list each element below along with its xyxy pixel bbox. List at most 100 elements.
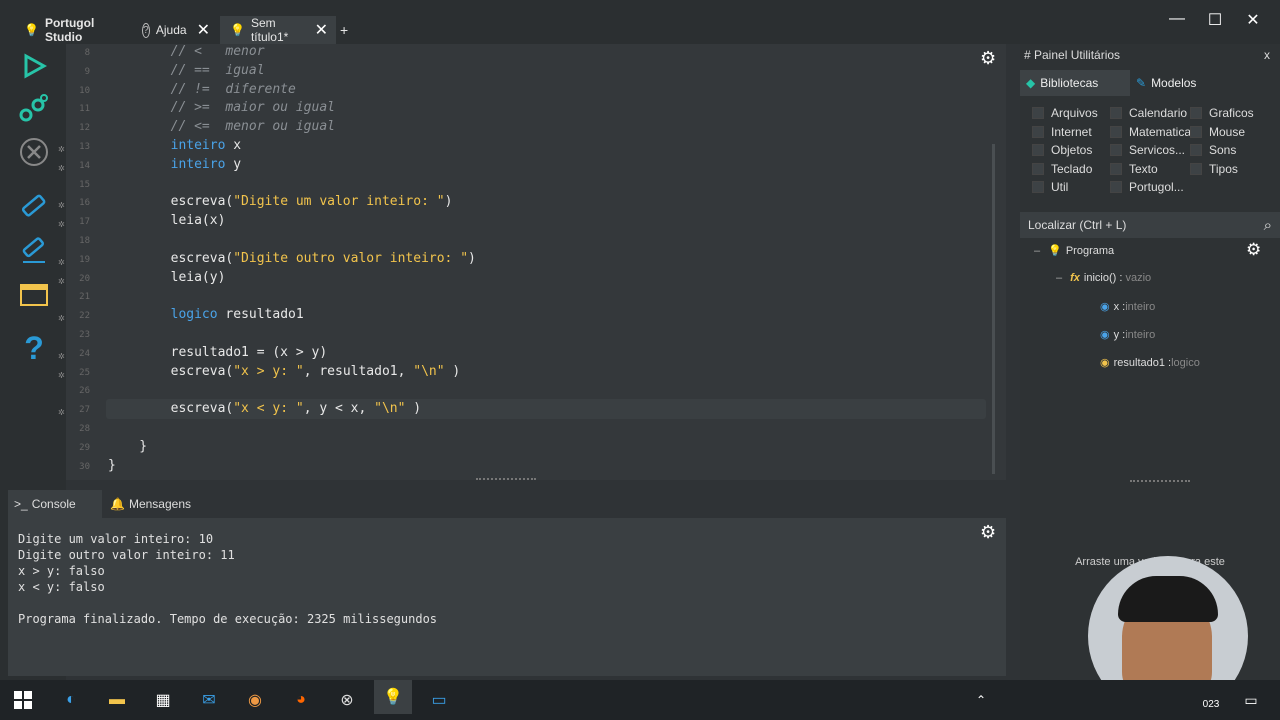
panel-close-button[interactable]: x bbox=[1264, 48, 1270, 62]
code-line[interactable]: inteiro x bbox=[108, 138, 241, 153]
library-checkbox[interactable]: Tipos bbox=[1190, 162, 1238, 176]
checkbox-box[interactable] bbox=[1110, 125, 1122, 138]
file-explorer-icon[interactable]: ▬ bbox=[102, 686, 132, 714]
tray-up-arrow-icon[interactable]: ⌃ bbox=[966, 686, 996, 714]
tab-console[interactable]: >_ Console bbox=[8, 490, 102, 518]
console-output[interactable]: Digite um valor inteiro: 10 Digite outro … bbox=[8, 518, 1006, 676]
library-checkbox[interactable]: Calendario bbox=[1110, 106, 1187, 120]
edit-button[interactable] bbox=[14, 232, 54, 268]
splitter-handle[interactable] bbox=[1130, 480, 1190, 482]
edge-browser-icon[interactable]: ◐ bbox=[56, 686, 86, 714]
tab-portugol-studio[interactable]: 💡 Portugol Studio bbox=[14, 16, 126, 44]
code-line[interactable]: inteiro y bbox=[108, 157, 241, 172]
code-line[interactable]: // != diferente bbox=[108, 82, 296, 97]
breakpoint-bug-icon[interactable]: ✲ bbox=[58, 161, 65, 174]
firefox-icon[interactable]: ◕ bbox=[286, 686, 316, 714]
close-tab-icon[interactable]: ✕ bbox=[197, 20, 210, 40]
notifications-icon[interactable]: ▭ bbox=[1236, 686, 1266, 714]
library-checkbox[interactable]: Mouse bbox=[1190, 125, 1245, 139]
code-line[interactable]: leia(y) bbox=[108, 270, 226, 285]
editor-settings-gear-icon[interactable]: ⚙ bbox=[980, 48, 996, 69]
search-icon[interactable]: ⌕ bbox=[1264, 217, 1272, 234]
maximize-button[interactable]: ☐ bbox=[1200, 10, 1230, 30]
breakpoint-bug-icon[interactable]: ✲ bbox=[58, 405, 65, 418]
close-window-button[interactable]: ✕ bbox=[1238, 10, 1268, 30]
code-line[interactable]: } bbox=[108, 439, 147, 454]
checkbox-box[interactable] bbox=[1190, 107, 1202, 119]
checkbox-box[interactable] bbox=[1032, 181, 1044, 194]
checkbox-box[interactable] bbox=[1032, 125, 1044, 138]
breakpoint-bug-icon[interactable]: ✲ bbox=[58, 255, 65, 268]
library-checkbox[interactable]: Teclado bbox=[1032, 162, 1092, 176]
library-checkbox[interactable]: Objetos bbox=[1032, 143, 1092, 157]
run-button[interactable] bbox=[14, 48, 54, 84]
library-checkbox[interactable]: Servicos... bbox=[1110, 143, 1185, 157]
checkbox-box[interactable] bbox=[1032, 162, 1044, 175]
code-line[interactable]: // == igual bbox=[108, 63, 265, 78]
library-checkbox[interactable]: Arquivos bbox=[1032, 106, 1098, 120]
tab-mensagens[interactable]: 🔔 Mensagens bbox=[106, 490, 216, 518]
vertical-scrollbar[interactable] bbox=[992, 144, 995, 474]
add-tab-button[interactable]: + bbox=[340, 16, 360, 44]
breakpoint-bug-icon[interactable]: ✲ bbox=[58, 311, 65, 324]
library-checkbox[interactable]: Sons bbox=[1190, 143, 1236, 157]
chrome-icon[interactable]: ◉ bbox=[240, 686, 270, 714]
checkbox-box[interactable] bbox=[1110, 144, 1122, 157]
checkbox-box[interactable] bbox=[1032, 107, 1044, 119]
open-folder-button[interactable] bbox=[14, 276, 54, 312]
code-line[interactable]: // < menor bbox=[108, 44, 265, 59]
tree-node-variable[interactable]: ◉ x : inteiro bbox=[1100, 300, 1155, 314]
breakpoint-bug-icon[interactable]: ✲ bbox=[58, 349, 65, 362]
minimize-button[interactable]: — bbox=[1162, 10, 1192, 28]
code-line[interactable]: } bbox=[108, 458, 116, 473]
code-line[interactable]: logico resultado1 bbox=[108, 307, 304, 322]
code-line[interactable]: leia(x) bbox=[108, 213, 226, 228]
mail-icon[interactable]: ✉ bbox=[194, 686, 224, 714]
checkbox-box[interactable] bbox=[1110, 181, 1122, 194]
tree-node-programa[interactable]: – 💡 Programa bbox=[1034, 244, 1114, 258]
windows-start-icon[interactable] bbox=[8, 686, 38, 714]
code-line[interactable]: // >= maior ou igual bbox=[108, 100, 335, 115]
splitter-handle[interactable] bbox=[476, 478, 536, 480]
app-icon[interactable]: ⊗ bbox=[332, 686, 362, 714]
breakpoint-bug-icon[interactable]: ✲ bbox=[58, 368, 65, 381]
tab-modelos[interactable]: ✎ Modelos bbox=[1132, 70, 1232, 96]
help-question-icon[interactable]: ? bbox=[14, 330, 54, 366]
library-checkbox[interactable]: Portugol... bbox=[1110, 180, 1184, 194]
tab-sem-titulo[interactable]: 💡 Sem título1* ✕ bbox=[220, 16, 336, 44]
code-line[interactable]: escreva("x > y: ", resultado1, "\n" ) bbox=[108, 364, 461, 379]
search-input[interactable]: Localizar (Ctrl + L) ⌕ bbox=[1020, 212, 1280, 238]
tab-ajuda[interactable]: ? Ajuda ✕ bbox=[132, 16, 218, 44]
checkbox-box[interactable] bbox=[1190, 125, 1202, 138]
close-tab-icon[interactable]: ✕ bbox=[315, 20, 328, 40]
library-checkbox[interactable]: Internet bbox=[1032, 125, 1092, 139]
code-line[interactable]: resultado1 = (x > y) bbox=[108, 345, 328, 360]
stop-button[interactable] bbox=[14, 134, 54, 170]
console-settings-gear-icon[interactable]: ⚙ bbox=[980, 522, 996, 543]
store-icon[interactable]: ▦ bbox=[148, 686, 178, 714]
breakpoint-bug-icon[interactable]: ✲ bbox=[58, 217, 65, 230]
portugol-taskbar-icon[interactable]: 💡 bbox=[374, 680, 412, 714]
breakpoint-bug-icon[interactable]: ✲ bbox=[58, 198, 65, 211]
screen-recorder-icon[interactable]: ▭ bbox=[424, 686, 454, 714]
checkbox-box[interactable] bbox=[1190, 162, 1202, 175]
checkbox-box[interactable] bbox=[1032, 144, 1044, 157]
tab-bibliotecas[interactable]: ◆ Bibliotecas bbox=[1020, 70, 1130, 96]
code-editor[interactable]: 8 // < menor 9 // == igual 10 // != difere… bbox=[58, 44, 1006, 480]
debug-button[interactable] bbox=[14, 90, 54, 126]
code-line[interactable]: // <= menor ou igual bbox=[108, 119, 335, 134]
breakpoint-bug-icon[interactable]: ✲ bbox=[58, 274, 65, 287]
library-checkbox[interactable]: Texto bbox=[1110, 162, 1158, 176]
tree-node-variable[interactable]: ◉ y : inteiro bbox=[1100, 328, 1155, 342]
tree-node-inicio[interactable]: – fx inicio() : vazio bbox=[1056, 272, 1151, 284]
pencil-button[interactable] bbox=[14, 188, 54, 224]
checkbox-box[interactable] bbox=[1190, 144, 1202, 157]
code-line[interactable]: escreva("Digite um valor inteiro: ") bbox=[108, 194, 453, 209]
library-checkbox[interactable]: Matematica bbox=[1110, 125, 1191, 139]
tree-node-variable[interactable]: ◉ resultado1 : logico bbox=[1100, 356, 1200, 370]
checkbox-box[interactable] bbox=[1110, 107, 1122, 119]
breakpoint-bug-icon[interactable]: ✲ bbox=[58, 142, 65, 155]
tree-settings-gear-icon[interactable]: ⚙ bbox=[1246, 240, 1261, 260]
code-line[interactable]: escreva("Digite outro valor inteiro: ") bbox=[108, 251, 476, 266]
library-checkbox[interactable]: Graficos bbox=[1190, 106, 1254, 120]
